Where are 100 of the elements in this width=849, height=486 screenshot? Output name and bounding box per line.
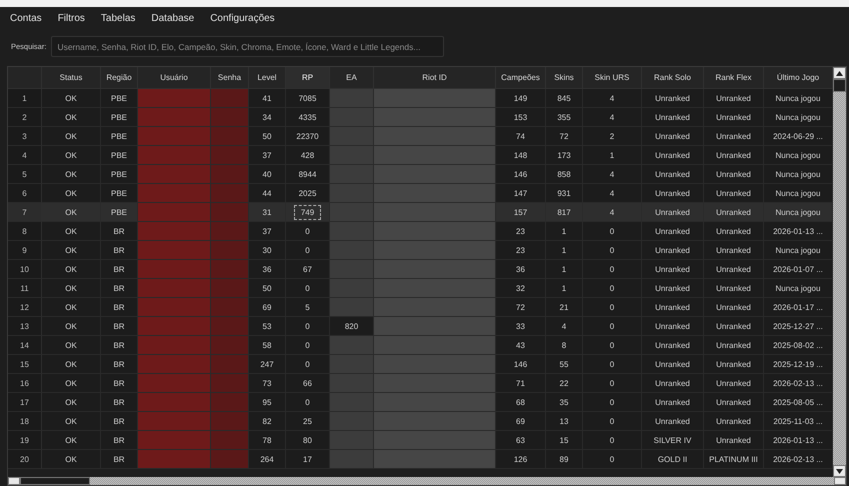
scroll-left-button[interactable] (8, 477, 20, 485)
scroll-down-icon[interactable] (836, 468, 843, 474)
menu-item[interactable]: Configurações (202, 12, 283, 24)
table-cell: 23 (496, 241, 546, 260)
column-header[interactable]: Rank Flex (704, 67, 764, 89)
table-cell: 53 (249, 317, 286, 336)
column-header[interactable]: Riot ID (374, 67, 496, 89)
table-cell: BR (101, 336, 138, 355)
table-cell: 22370 (286, 127, 330, 146)
row-number[interactable]: 8 (8, 222, 42, 241)
table-cell: 428 (286, 146, 330, 165)
menu-item[interactable]: Tabelas (92, 12, 144, 24)
table-cell: 0 (583, 279, 642, 298)
menu-item[interactable]: Contas (2, 12, 50, 24)
table-cell: Nunca jogou (764, 165, 833, 184)
column-header[interactable]: Status (42, 67, 101, 89)
row-number[interactable]: 9 (8, 241, 42, 260)
table-cell: BR (101, 222, 138, 241)
row-number[interactable]: 10 (8, 260, 42, 279)
column-header[interactable]: Skins (546, 67, 583, 89)
menu-item[interactable]: Filtros (50, 12, 93, 24)
row-number[interactable]: 3 (8, 127, 42, 146)
row-number[interactable]: 12 (8, 298, 42, 317)
table-cell: Unranked (704, 89, 764, 108)
table-cell: OK (42, 412, 101, 431)
column-header[interactable]: Senha (211, 67, 249, 89)
table-cell: PBE (101, 184, 138, 203)
table-cell: 8944 (286, 165, 330, 184)
table-cell: 71 (496, 374, 546, 393)
table-cell: 82 (249, 412, 286, 431)
row-number[interactable]: 6 (8, 184, 42, 203)
table-cell: 2026-01-13 ... (764, 431, 833, 450)
table-cell: 72 (546, 127, 583, 146)
table-cell: 43 (496, 336, 546, 355)
row-number[interactable]: 15 (8, 355, 42, 374)
table-cell: 2025-08-05 ... (764, 393, 833, 412)
table-cell: 0 (583, 336, 642, 355)
table-cell: 173 (546, 146, 583, 165)
column-header[interactable]: Campeões (496, 67, 546, 89)
row-number[interactable]: 13 (8, 317, 42, 336)
table-cell: 0 (583, 355, 642, 374)
search-field[interactable]: Username, Senha, Riot ID, Elo, Campeão, Skin, Chroma, Emote, Ícone, Ward e Little Legends... (51, 36, 444, 57)
table-cell: 0 (583, 298, 642, 317)
column-header[interactable]: Região (101, 67, 138, 89)
table-cell: 23 (496, 222, 546, 241)
scroll-up-icon[interactable] (836, 70, 843, 76)
table-cell: 15 (546, 431, 583, 450)
table-cell: 247 (249, 355, 286, 374)
table-cell: 147 (496, 184, 546, 203)
scroll-right-button[interactable] (834, 477, 846, 485)
table-cell: 1 (546, 260, 583, 279)
table-cell: PBE (101, 108, 138, 127)
vertical-scrollbar[interactable] (833, 67, 846, 477)
menu-item[interactable]: Database (143, 12, 202, 24)
table-cell: Unranked (704, 127, 764, 146)
column-header[interactable]: RP (286, 67, 330, 89)
column-header[interactable]: Último Jogo (764, 67, 833, 89)
table-cell: Unranked (704, 317, 764, 336)
column-header[interactable]: Level (249, 67, 286, 89)
column-header[interactable]: Usuário (138, 67, 211, 89)
horizontal-scrollbar[interactable] (8, 477, 846, 485)
table-cell: GOLD II (642, 450, 704, 469)
table-cell: 0 (583, 412, 642, 431)
table-cell: 0 (583, 317, 642, 336)
row-number[interactable]: 5 (8, 165, 42, 184)
table-cell: 1 (546, 279, 583, 298)
table-cell: OK (42, 108, 101, 127)
row-number[interactable]: 16 (8, 374, 42, 393)
scroll-thumb[interactable] (833, 79, 846, 92)
table-cell: Unranked (642, 412, 704, 431)
row-number[interactable]: 19 (8, 431, 42, 450)
row-number[interactable]: 2 (8, 108, 42, 127)
scroll-thumb[interactable] (20, 477, 90, 485)
table-cell: 153 (496, 108, 546, 127)
table-cell: 0 (583, 393, 642, 412)
table-cell: Unranked (704, 260, 764, 279)
row-number[interactable]: 20 (8, 450, 42, 469)
column-header[interactable]: Rank Solo (642, 67, 704, 89)
row-number[interactable]: 7 (8, 203, 42, 222)
row-number[interactable]: 1 (8, 89, 42, 108)
table-cell: 146 (496, 355, 546, 374)
table-cell: Nunca jogou (764, 146, 833, 165)
table-cell: BR (101, 393, 138, 412)
column-header[interactable]: EA (330, 67, 374, 89)
column-header[interactable]: Skin URS (583, 67, 642, 89)
table-cell: 0 (583, 222, 642, 241)
table-cell: Unranked (704, 279, 764, 298)
table-cell: 67 (286, 260, 330, 279)
table-cell: Unranked (704, 298, 764, 317)
table-cell: Unranked (642, 298, 704, 317)
table-cell: OK (42, 165, 101, 184)
row-number[interactable]: 11 (8, 279, 42, 298)
table-cell: 78 (249, 431, 286, 450)
row-number[interactable]: 14 (8, 336, 42, 355)
table-cell: Unranked (642, 241, 704, 260)
table-cell: Unranked (704, 165, 764, 184)
row-number[interactable]: 18 (8, 412, 42, 431)
row-number[interactable]: 4 (8, 146, 42, 165)
row-number[interactable]: 17 (8, 393, 42, 412)
table-cell: Unranked (642, 355, 704, 374)
